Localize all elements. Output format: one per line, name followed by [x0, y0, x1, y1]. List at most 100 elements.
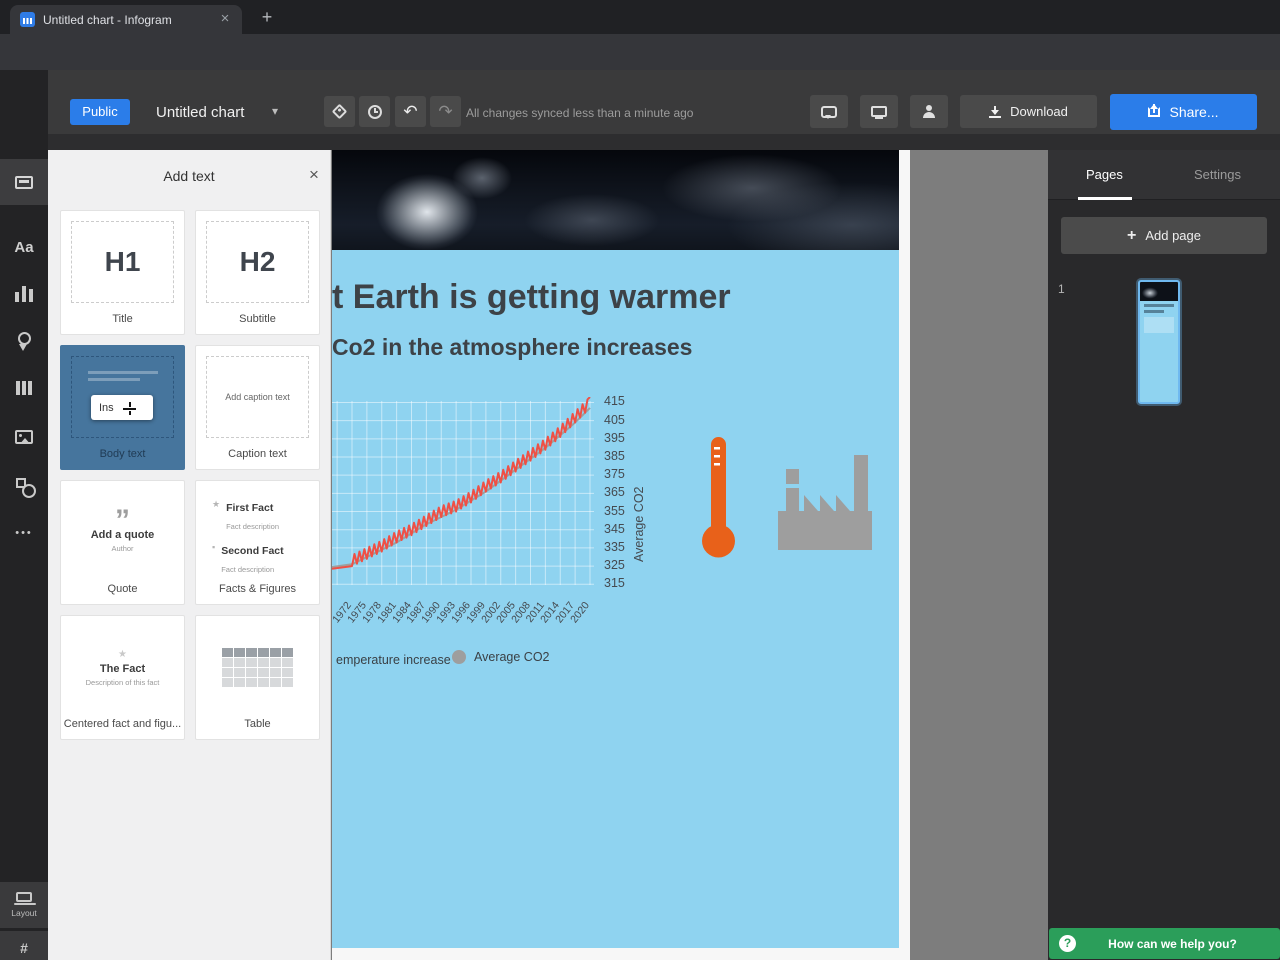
y-tick-label: 375 [604, 467, 625, 482]
fact-desc: Fact description [221, 565, 275, 574]
right-panel: Pages Settings + Add page 1 [1048, 150, 1280, 960]
x-tick-label: 1981 [374, 599, 399, 626]
undo-icon: ↶ [403, 102, 418, 121]
rail-item-layout-columns[interactable] [0, 365, 48, 411]
page-subtitle[interactable]: Co2 in the atmosphere increases [332, 334, 692, 361]
layout-button[interactable]: Layout [0, 882, 48, 928]
h1-glyph: H1 [104, 246, 141, 277]
thumbnail-line [1144, 310, 1164, 313]
rail-item-images[interactable] [0, 414, 48, 460]
public-button[interactable]: Public [70, 99, 130, 125]
columns-icon [16, 381, 32, 395]
y-tick-label: 365 [604, 485, 625, 500]
rail-item-shapes[interactable] [0, 463, 48, 509]
fact-title: First Fact [226, 502, 274, 514]
card-label: Facts & Figures [218, 583, 297, 595]
x-tick-label: 1984 [389, 599, 414, 626]
card-quote[interactable]: ” Add a quote Author Quote [60, 480, 185, 605]
laptop-icon [14, 892, 36, 905]
tab-settings[interactable]: Settings [1194, 167, 1241, 182]
undo-button[interactable]: ↶ [395, 96, 426, 127]
facts-preview: ★ First Fact Fact description ▪ Second Fa… [212, 499, 313, 576]
comments-button[interactable] [810, 95, 848, 128]
download-button[interactable]: Download [960, 95, 1097, 128]
add-page-button[interactable]: + Add page [1061, 217, 1267, 254]
fact-desc: Fact description [226, 522, 280, 531]
quote-preview-title: Add a quote [90, 529, 155, 541]
h2-glyph: H2 [239, 246, 276, 277]
rail-item-maps[interactable] [0, 318, 48, 364]
active-tab-underline [1078, 197, 1132, 200]
present-button[interactable] [860, 95, 898, 128]
rail-item-text[interactable]: Aa [0, 224, 48, 270]
canvas-workspace[interactable]: t Earth is getting warmer Co2 in the atm… [331, 150, 1048, 960]
add-page-label: Add page [1145, 228, 1201, 243]
rail-item-more[interactable]: ••• [0, 510, 48, 556]
card-table[interactable]: Table [195, 615, 320, 740]
x-tick-label: 2017 [553, 599, 578, 626]
card-label: Caption text [228, 448, 287, 460]
card-caption-text[interactable]: Add caption text Caption text [195, 345, 320, 470]
thermometer-icon[interactable] [700, 435, 737, 560]
factory-icon[interactable] [778, 453, 872, 550]
tab-close-icon[interactable]: × [216, 10, 234, 28]
y-tick-label: 405 [604, 412, 625, 427]
card-facts-figures[interactable]: ★ First Fact Fact description ▪ Second Fa… [195, 480, 320, 605]
chart-y-axis-title: Average CO2 [632, 486, 646, 562]
page-thumbnail[interactable] [1138, 280, 1180, 404]
card-label: Subtitle [239, 313, 276, 325]
satellite-photo[interactable] [332, 150, 899, 250]
card-subtitle-preview: H2 [206, 221, 309, 303]
card-title[interactable]: H1 Title [60, 210, 185, 335]
question-mark-icon: ? [1059, 935, 1076, 952]
card-label: Title [112, 313, 133, 325]
x-tick-label: 1993 [434, 599, 459, 626]
chart-y-ticks: 415 405 395 385 375 365 355 345 335 325 315 [598, 394, 634, 597]
page-title[interactable]: t Earth is getting warmer [332, 278, 731, 317]
quote-mark-icon: ” [115, 504, 130, 537]
x-tick-label: 1999 [464, 599, 488, 626]
thumbnail-chart [1144, 317, 1174, 333]
x-tick-label: 1990 [419, 599, 444, 626]
layout-label: Layout [11, 908, 37, 918]
x-tick-label: 2005 [493, 599, 518, 626]
history-button[interactable] [359, 96, 390, 127]
screen: Untitled chart - Infogram × + ← → infogr… [0, 0, 1280, 960]
x-tick-label: 2008 [508, 599, 533, 626]
y-tick-label: 315 [604, 576, 625, 591]
tab-pages[interactable]: Pages [1086, 167, 1123, 182]
tags-button[interactable] [324, 96, 355, 127]
y-tick-label: 355 [604, 503, 625, 518]
browser-tab[interactable]: Untitled chart - Infogram × [10, 5, 242, 34]
close-icon[interactable]: × [304, 165, 324, 185]
legend-co2-label: Average CO2 [474, 650, 550, 664]
card-label: Body text [99, 448, 146, 460]
card-subtitle[interactable]: H2 Subtitle [195, 210, 320, 335]
card-body-text[interactable]: Ins Body text [60, 345, 185, 470]
collaborate-button[interactable] [910, 95, 948, 128]
rail-item-charts[interactable] [0, 271, 48, 317]
app-toolbar-edge [48, 134, 1280, 150]
document-title[interactable]: Untitled chart [156, 104, 244, 121]
insert-tooltip: Ins [91, 395, 153, 420]
rail-item-templates[interactable] [0, 159, 48, 205]
add-text-panel: Add text × H1 Title H2 Subtitle Ins Body… [48, 150, 331, 960]
browser-tab-strip: Untitled chart - Infogram × + [0, 0, 1280, 34]
body-text-line [88, 371, 158, 374]
help-button[interactable]: ? How can we help you? [1049, 928, 1280, 959]
star-icon: ★ [212, 499, 221, 509]
co2-chart[interactable] [332, 397, 602, 597]
new-tab-button[interactable]: + [256, 6, 278, 28]
quote-preview-author: Author [111, 544, 134, 553]
fact-row: ★ First Fact Fact description [212, 498, 313, 534]
infographic-page[interactable]: t Earth is getting warmer Co2 in the atm… [332, 150, 910, 960]
y-tick-label: 415 [604, 394, 625, 409]
clock-icon [367, 104, 382, 119]
chevron-down-icon[interactable]: ▾ [272, 104, 278, 118]
redo-button[interactable]: ↷ [430, 96, 461, 127]
legend-dot-icon [452, 650, 466, 664]
card-centered-fact[interactable]: ★ The Fact Description of this fact Cent… [60, 615, 185, 740]
card-caption-preview: Add caption text [206, 356, 309, 438]
share-button[interactable]: Share... [1110, 94, 1257, 130]
grid-button[interactable]: # Grid [0, 931, 48, 960]
